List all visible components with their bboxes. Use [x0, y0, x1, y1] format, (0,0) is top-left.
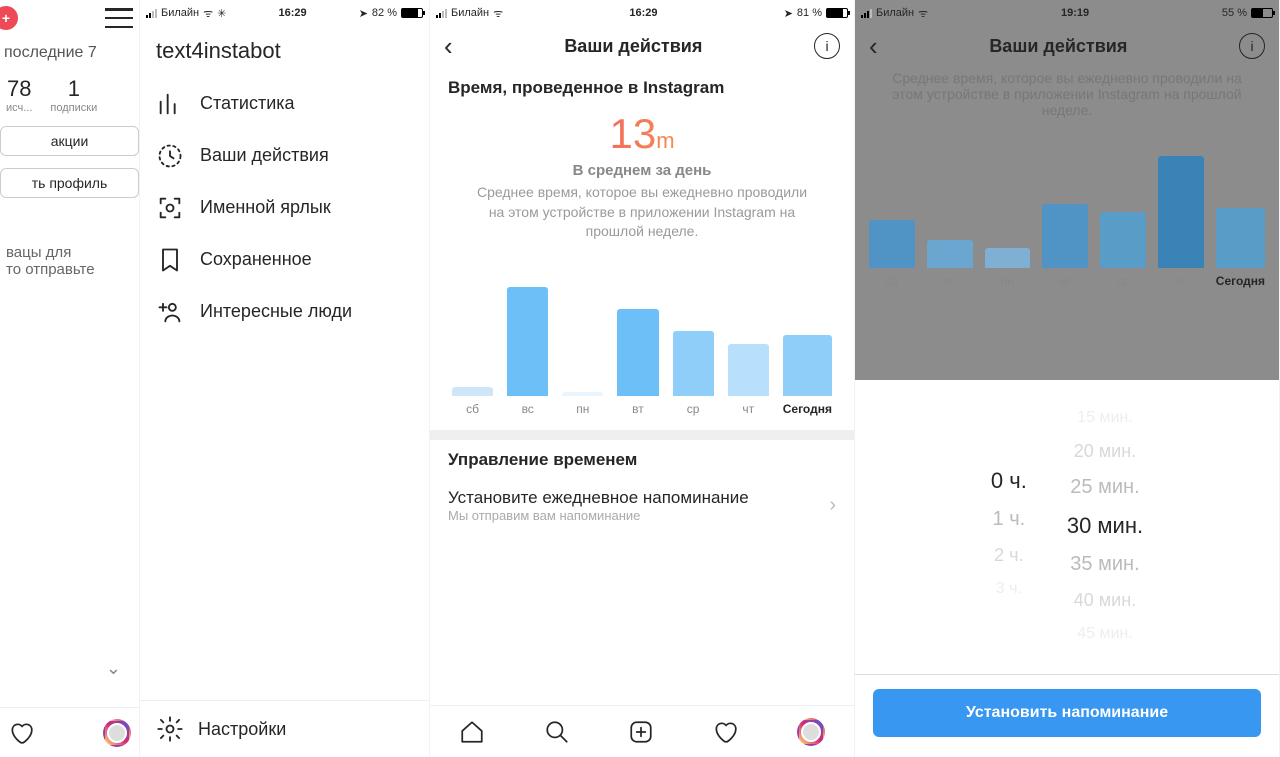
menu-settings[interactable]: Настройки [140, 700, 429, 757]
page-title: Ваши действия [989, 36, 1127, 57]
notifications-badge[interactable]: + [0, 6, 18, 30]
menu-icon[interactable] [105, 8, 133, 28]
section-heading-time: Время, проведенное в Instagram [448, 78, 836, 98]
add-people-icon [156, 298, 184, 326]
menu-item-nametag[interactable]: Именной ярлык [140, 182, 429, 234]
nametag-icon [156, 194, 184, 222]
home-icon[interactable] [459, 719, 485, 745]
gear-icon [156, 715, 184, 743]
menu-item-your-activity[interactable]: Ваши действия [140, 130, 429, 182]
screen-your-activity: Билайн ᯤ 16:29 ➤ 81 % ‹ Ваши действия i … [430, 0, 855, 757]
menu-item-saved[interactable]: Сохраненное [140, 234, 429, 286]
loading-icon: ✳︎ [217, 7, 226, 20]
usage-chart: сбвспнвтсрчтСегодня [855, 128, 1279, 288]
avg-description: Среднее время, которое вы ежедневно пров… [855, 70, 1279, 128]
screen-side-menu: Билайн ᯤ ✳︎ 16:29 ➤ 82 % text4instabot С… [140, 0, 430, 757]
search-icon[interactable] [544, 719, 570, 745]
location-icon: ➤ [784, 7, 793, 20]
chart-icon [156, 90, 184, 118]
info-icon[interactable]: i [814, 33, 840, 59]
wifi-icon: ᯤ [203, 6, 213, 21]
heart-icon[interactable] [712, 719, 738, 745]
profile-stats: 78исч... 1подписки [0, 70, 139, 120]
info-icon[interactable]: i [1239, 33, 1265, 59]
profile-tab[interactable] [797, 718, 825, 746]
avg-time-value: 13m [448, 110, 836, 158]
status-bar: Билайн ᯤ 16:29 ➤ 81 % [430, 0, 854, 22]
menu-item-insights[interactable]: Статистика [140, 78, 429, 130]
battery-icon [1251, 8, 1273, 18]
bookmark-icon [156, 246, 184, 274]
battery-icon [401, 8, 423, 18]
battery-icon [826, 8, 848, 18]
activity-icon [156, 142, 184, 170]
wifi-icon: ᯤ [918, 6, 928, 21]
back-button[interactable]: ‹ [444, 31, 453, 62]
recent-label: последние 7 [0, 36, 139, 70]
avg-description: Среднее время, которое вы ежедневно пров… [448, 179, 836, 256]
avg-label: В среднем за день [448, 162, 836, 179]
section-heading-manage: Управление временем [448, 450, 836, 470]
tab-bar [0, 707, 139, 757]
tab-bar [430, 705, 854, 757]
edit-profile-button[interactable]: ть профиль [0, 168, 139, 198]
usage-chart[interactable]: сбвспнвтсрчтСегодня [448, 256, 836, 416]
menu-title: text4instabot [140, 22, 429, 72]
status-bar: Билайн ᯤ 19:19 55 % [855, 0, 1279, 22]
screen-profile-partial: + последние 7 78исч... 1подписки акции т… [0, 0, 140, 757]
time-picker[interactable]: 0 ч.1 ч.2 ч.3 ч. 15 мин.20 мин.25 мин.30… [855, 380, 1279, 672]
chevron-right-icon: › [829, 494, 836, 517]
picker-hours[interactable]: 0 ч.1 ч.2 ч.3 ч. [991, 454, 1027, 598]
back-button[interactable]: ‹ [869, 31, 878, 62]
profile-tab[interactable] [103, 719, 131, 747]
nav-bar: ‹ Ваши действия i [430, 22, 854, 70]
picker-minutes[interactable]: 15 мин.20 мин.25 мин.30 мин.35 мин.40 ми… [1067, 409, 1143, 643]
status-bar: Билайн ᯤ ✳︎ 16:29 ➤ 82 % [140, 0, 429, 22]
set-reminder-button[interactable]: Установить напоминание [873, 689, 1261, 737]
add-post-icon[interactable] [628, 719, 654, 745]
heart-icon[interactable] [8, 720, 34, 746]
wifi-icon: ᯤ [493, 6, 503, 21]
location-icon: ➤ [359, 7, 368, 20]
promo-button[interactable]: акции [0, 126, 139, 156]
set-reminder-row[interactable]: Установите ежедневное напоминание Мы отп… [448, 482, 836, 529]
page-title: Ваши действия [564, 36, 702, 57]
screen-set-reminder: Билайн ᯤ 19:19 55 % ‹ Ваши действия i Ср… [855, 0, 1280, 757]
menu-item-discover-people[interactable]: Интересные люди [140, 286, 429, 338]
chevron-down-icon[interactable]: ⌄ [98, 650, 129, 687]
